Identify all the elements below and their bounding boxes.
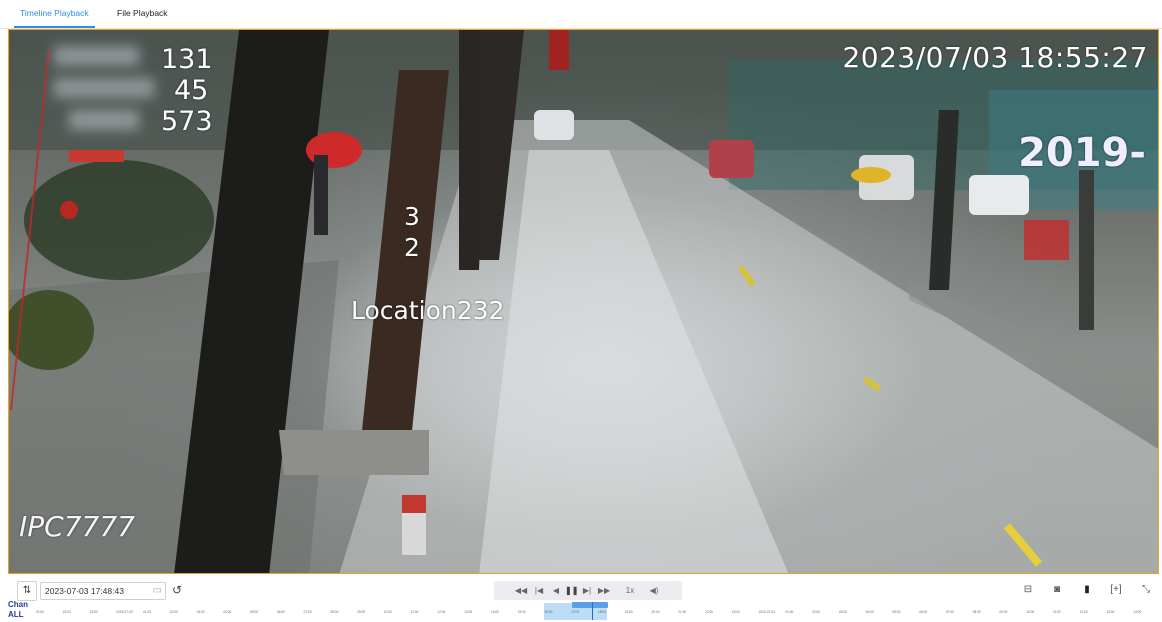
fullscreen-icon[interactable]: ⤡: [1138, 581, 1154, 599]
timeline-tick-label: 05:00: [250, 610, 259, 614]
timeline-tick-label: 19:00: [624, 610, 633, 614]
snapshot-icon[interactable]: ◙: [1049, 581, 1065, 599]
scene-sign-text: 2019-: [1018, 130, 1146, 176]
timeline-tick-label: 14:00: [1133, 610, 1142, 614]
calendar-icon[interactable]: ▭: [153, 583, 162, 599]
timeline-tick-label: 23:00: [731, 610, 740, 614]
timeline-tick-label: 2023-07-03: [116, 610, 133, 614]
timeline-tick-label: 14:00: [490, 610, 499, 614]
timeline-tick-label: 16:00: [544, 610, 553, 614]
timeline-tick-label: 10:00: [383, 610, 392, 614]
zoom-icon[interactable]: [+]: [1108, 581, 1124, 599]
timeline-bar[interactable]: Chan ALL 21:00 22:00 23:00 2023-07-03 01:00 0…: [0, 600, 1162, 622]
timeline-tick-label: 17:00: [571, 610, 580, 614]
playback-tabs: Timeline Playback File Playback: [0, 0, 1162, 29]
timeline-tick-label: 13:00: [1106, 610, 1115, 614]
video-player[interactable]: 2023/07/03 18:55:27 131 45 573 3 2 Locat…: [8, 29, 1159, 574]
timeline-tick-label: 07:00: [303, 610, 312, 614]
timeline-tick-label: 03:00: [196, 610, 205, 614]
blurred-text: [69, 110, 139, 130]
channel-label: Chan: [8, 600, 28, 609]
timeline-tick-label: 21:00: [36, 610, 44, 614]
timeline-tick-label: 13:00: [464, 610, 473, 614]
timeline-tick-label: 04:00: [223, 610, 232, 614]
timeline-tick-label: 22:00: [62, 610, 71, 614]
tab-timeline-playback[interactable]: Timeline Playback: [14, 0, 95, 28]
slow-icon[interactable]: ◀: [550, 581, 562, 600]
timeline-tick-label: 01:00: [143, 610, 152, 614]
timeline-tick-label: 09:00: [999, 610, 1008, 614]
timeline-tick-label: 20:00: [651, 610, 660, 614]
timeline-tick-label: 06:00: [276, 610, 285, 614]
timeline-tick-label: 02:00: [812, 610, 821, 614]
timeline-tick-label: 12:00: [1079, 610, 1088, 614]
timeline-tick-label: 06:00: [919, 610, 928, 614]
channel-value[interactable]: ALL: [8, 611, 24, 619]
timeline-tick-label: 07:00: [945, 610, 954, 614]
next-frame-icon[interactable]: ▶|: [580, 581, 594, 600]
timeline-tick-label: 03:00: [838, 610, 847, 614]
split-icon[interactable]: ⊟: [1020, 581, 1036, 599]
blurred-text: [54, 46, 139, 66]
timeline-tick-label: 15:00: [517, 610, 526, 614]
volume-icon[interactable]: ◀): [647, 581, 661, 600]
timeline-tick-label: 01:00: [785, 610, 794, 614]
timeline-tick-label: 08:00: [330, 610, 339, 614]
osd-number: 45: [174, 75, 209, 106]
timeline-tick-label: 22:00: [705, 610, 714, 614]
rewind-icon[interactable]: ◀◀: [514, 581, 528, 600]
timeline-tick-label: 04:00: [865, 610, 874, 614]
osd-location: Location232: [351, 296, 505, 325]
timeline-tick-label: 08:00: [972, 610, 981, 614]
timeline-tick-label: 18:00: [598, 610, 606, 614]
timeline-tick-label: 05:00: [892, 610, 901, 614]
blurred-text: [54, 78, 154, 98]
timeline-tick-label: 09:00: [357, 610, 366, 614]
timeline-tick-label: 11:00: [1052, 610, 1061, 614]
bookmark-icon[interactable]: ▮: [1079, 581, 1095, 599]
osd-camera-name: IPC7777: [19, 510, 135, 543]
timeline-ticks: 21:00 22:00 23:00 2023-07-03 01:00 02:00 03:00…: [36, 610, 1160, 618]
tab-file-playback[interactable]: File Playback: [111, 0, 174, 26]
date-time-input[interactable]: [45, 583, 145, 599]
date-picker[interactable]: ▭: [40, 582, 166, 600]
osd-digit: 3: [404, 202, 420, 231]
timeline-cursor-label[interactable]: [572, 602, 608, 608]
playback-button-group: ◀◀ |◀ ◀ ❚❚ ▶| ▶▶ 1x ◀): [494, 581, 682, 600]
fast-forward-icon[interactable]: ▶▶: [597, 581, 611, 600]
speed-button[interactable]: 1x: [622, 581, 638, 600]
timeline-tick-label: 11:00: [410, 610, 419, 614]
timeline-tick-label: 23:00: [89, 610, 98, 614]
osd-digit: 2: [404, 233, 420, 262]
timeline-tick-label: 10:00: [1026, 610, 1035, 614]
osd-number: 131: [161, 44, 213, 75]
playback-controls: ⇅ ▭ ↺ ◀◀ |◀ ◀ ❚❚ ▶| ▶▶ 1x ◀) ⊟ ◙ ▮ [+] ⤡: [0, 578, 1162, 602]
previous-frame-icon[interactable]: |◀: [532, 581, 546, 600]
refresh-icon[interactable]: ↺: [170, 581, 184, 599]
pause-icon[interactable]: ❚❚: [565, 581, 578, 600]
timeline-tick-label: 02:00: [169, 610, 178, 614]
timeline-tick-label: 12:00: [437, 610, 446, 614]
timeline-tick-label: 2023-07-04: [758, 610, 775, 614]
osd-number: 573: [161, 106, 213, 137]
osd-timestamp: 2023/07/03 18:55:27: [842, 41, 1148, 74]
timeline-tick-label: 21:00: [678, 610, 687, 614]
calendar-toggle-icon[interactable]: ⇅: [17, 581, 37, 601]
